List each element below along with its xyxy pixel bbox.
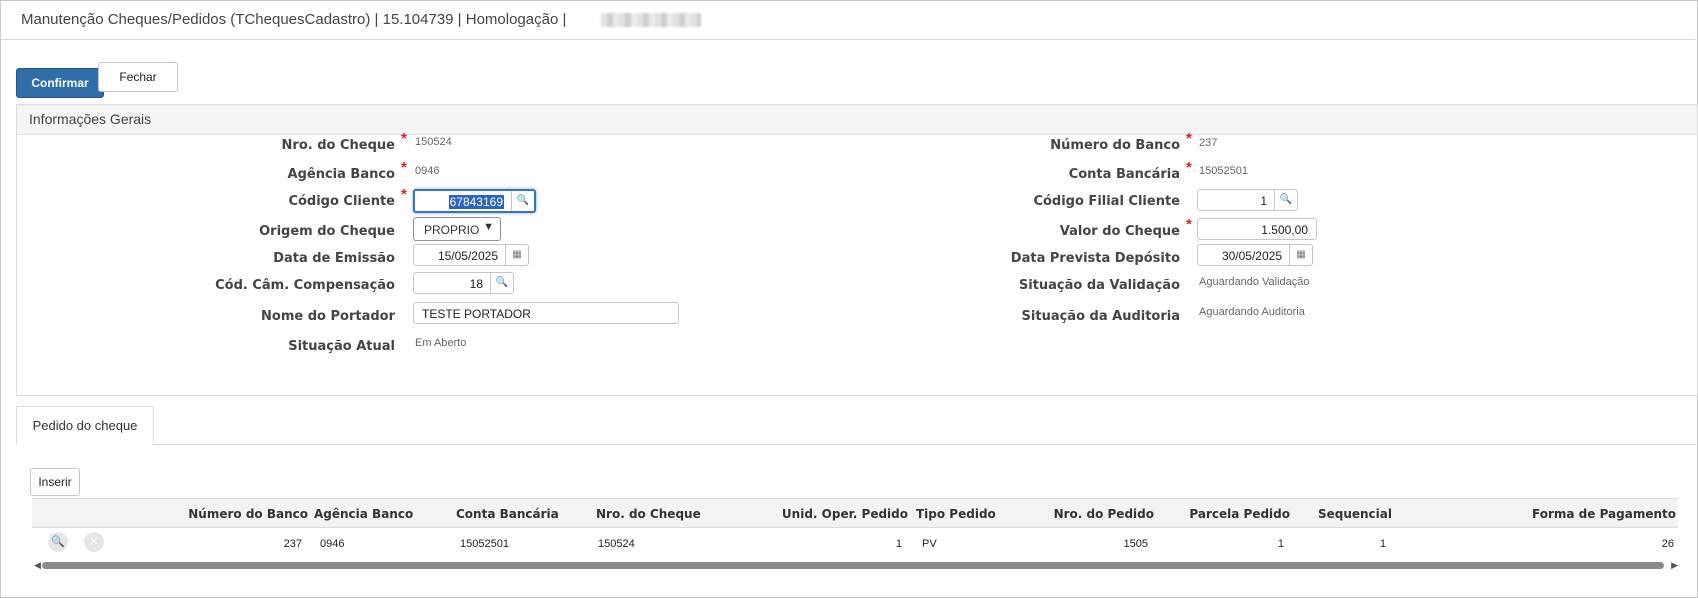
- header-sequencial[interactable]: Sequencial: [1318, 507, 1392, 521]
- cell-numero-banco: 237: [283, 538, 302, 550]
- cell-agencia-banco: 0946: [320, 538, 345, 550]
- valor-label: Valor do Cheque: [1059, 224, 1180, 239]
- situacao-atual-label: Situação Atual: [288, 339, 395, 354]
- search-icon[interactable]: 🔍: [490, 273, 513, 293]
- sit-auditoria-label: Situação da Auditoria: [1021, 309, 1180, 324]
- search-icon[interactable]: 🔍: [511, 191, 534, 211]
- numero-banco-value: 237: [1199, 137, 1218, 149]
- cell-unid-oper-pedido: 1: [895, 538, 902, 550]
- codigo-filial-value: 1: [1260, 194, 1267, 208]
- codigo-cliente-label: Código Cliente: [288, 194, 395, 209]
- title-bar: Manutenção Cheques/Pedidos (TChequesCada…: [1, 1, 1695, 40]
- valor-value: 1.500,00: [1261, 223, 1308, 237]
- cell-parcela-pedido: 1: [1277, 538, 1284, 550]
- data-emissao-input[interactable]: 15/05/2025 ▦: [413, 244, 529, 266]
- cell-forma-pagamento: 26: [1661, 538, 1674, 550]
- data-prevista-value: 30/05/2025: [1221, 249, 1282, 263]
- sit-validacao-label: Situação da Validação: [1018, 278, 1180, 293]
- agencia-value: 0946: [415, 165, 440, 177]
- confirm-button[interactable]: Confirmar: [16, 68, 104, 98]
- data-emissao-value: 15/05/2025: [437, 249, 498, 263]
- cell-nro-pedido: 1505: [1123, 538, 1148, 550]
- sit-auditoria-value: Aguardando Auditoria: [1199, 306, 1305, 318]
- cod-cam-input[interactable]: 18 🔍: [413, 272, 514, 294]
- header-parcela-pedido[interactable]: Parcela Pedido: [1189, 507, 1290, 521]
- tab-pedido-cheque[interactable]: Pedido do cheque: [16, 406, 154, 445]
- nome-portador-label: Nome do Portador: [261, 309, 395, 324]
- scroll-right-icon[interactable]: ▶: [1671, 560, 1678, 571]
- required-mark: *: [1186, 130, 1192, 147]
- data-prevista-input[interactable]: 30/05/2025 ▦: [1197, 244, 1313, 266]
- section-title: Informações Gerais: [17, 105, 1697, 135]
- required-mark: *: [1186, 216, 1192, 233]
- situacao-atual-value: Em Aberto: [415, 337, 467, 349]
- close-button[interactable]: Fechar: [98, 62, 178, 92]
- nome-portador-value: TESTE PORTADOR: [422, 307, 531, 321]
- general-info-panel: Informações Gerais Nro. do Cheque * 1505…: [16, 104, 1698, 396]
- conta-value: 15052501: [1199, 165, 1248, 177]
- header-numero-banco[interactable]: Número do Banco: [188, 507, 308, 521]
- sit-validacao-value: Aguardando Validação: [1199, 276, 1310, 288]
- codigo-filial-input[interactable]: 1 🔍: [1197, 189, 1298, 211]
- header-nro-cheque[interactable]: Nro. do Cheque: [596, 507, 701, 521]
- required-mark: *: [401, 186, 407, 203]
- orders-grid: Número do Banco Agência Banco Conta Banc…: [32, 498, 1678, 558]
- data-emissao-label: Data de Emissão: [273, 251, 395, 266]
- origem-label: Origem do Cheque: [259, 224, 395, 239]
- nome-portador-input[interactable]: TESTE PORTADOR: [413, 302, 679, 324]
- agencia-label: Agência Banco: [287, 167, 395, 182]
- redacted-environment: [601, 13, 701, 27]
- origem-select[interactable]: PROPRIO ▼: [413, 217, 501, 241]
- cell-tipo-pedido: PV: [922, 538, 937, 550]
- required-mark: *: [401, 130, 407, 147]
- header-conta-bancaria[interactable]: Conta Bancária: [456, 507, 559, 521]
- search-icon[interactable]: 🔍: [1274, 190, 1297, 210]
- header-forma-pagamento[interactable]: Forma de Pagamento: [1532, 507, 1676, 521]
- header-unid-oper-pedido[interactable]: Unid. Oper. Pedido: [782, 507, 908, 521]
- close-icon[interactable]: ✕: [84, 532, 104, 552]
- scroll-left-icon[interactable]: ◀: [34, 560, 41, 571]
- cell-nro-cheque: 150524: [598, 538, 635, 550]
- conta-label: Conta Bancária: [1068, 167, 1180, 182]
- data-prevista-label: Data Prevista Depósito: [1010, 251, 1180, 266]
- nro-cheque-label: Nro. do Cheque: [281, 138, 395, 153]
- codigo-cliente-input[interactable]: 67843169 🔍: [413, 189, 536, 213]
- codigo-cliente-value: 67843169: [448, 195, 504, 209]
- cell-sequencial: 1: [1379, 538, 1386, 550]
- codigo-filial-label: Código Filial Cliente: [1033, 194, 1180, 209]
- required-mark: *: [401, 159, 407, 176]
- scrollbar-thumb[interactable]: [42, 562, 1664, 569]
- chevron-down-icon: ▼: [483, 221, 494, 233]
- search-icon[interactable]: 🔍: [48, 532, 68, 552]
- grid-header: Número do Banco Agência Banco Conta Banc…: [32, 498, 1678, 528]
- header-agencia-banco[interactable]: Agência Banco: [314, 507, 413, 521]
- origem-value: PROPRIO: [424, 223, 480, 237]
- calendar-icon[interactable]: ▦: [1289, 245, 1312, 265]
- tab-divider: [153, 444, 1696, 445]
- required-mark: *: [1186, 159, 1192, 176]
- nro-cheque-value: 150524: [415, 136, 452, 148]
- tabs-area: Pedido do cheque Inserir Número do Banco…: [16, 406, 1696, 596]
- calendar-icon[interactable]: ▦: [505, 245, 528, 265]
- header-tipo-pedido[interactable]: Tipo Pedido: [916, 507, 996, 521]
- valor-input[interactable]: 1.500,00: [1197, 218, 1317, 240]
- window-title: Manutenção Cheques/Pedidos (TChequesCada…: [21, 11, 567, 28]
- header-nro-pedido[interactable]: Nro. do Pedido: [1054, 507, 1154, 521]
- numero-banco-label: Número do Banco: [1050, 138, 1180, 153]
- insert-button[interactable]: Inserir: [30, 468, 80, 496]
- cod-cam-value: 18: [469, 277, 483, 291]
- cell-conta-bancaria: 15052501: [460, 538, 509, 550]
- cod-cam-label: Cód. Câm. Compensação: [215, 278, 395, 293]
- horizontal-scrollbar[interactable]: ◀ ▶: [32, 560, 1678, 570]
